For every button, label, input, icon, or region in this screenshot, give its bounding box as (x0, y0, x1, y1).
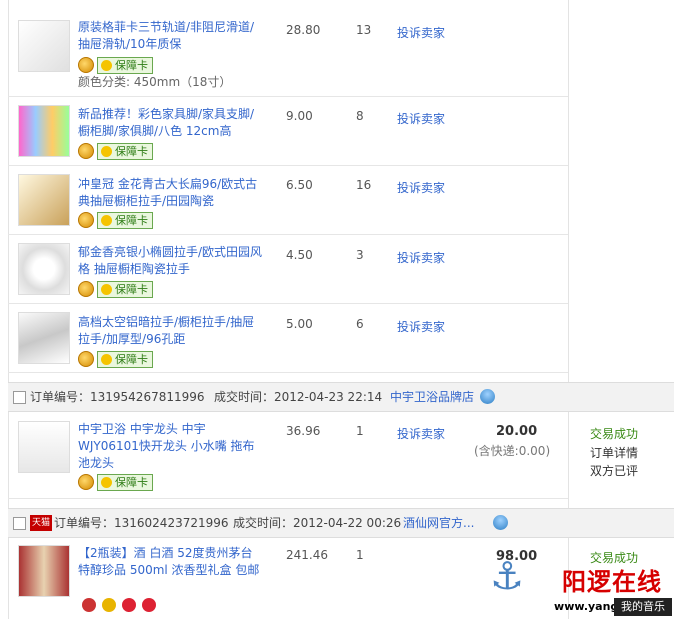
my-music-widget[interactable]: 我的音乐 (614, 598, 672, 616)
trade-status: 交易成功 (590, 427, 639, 441)
quantity: 6 (356, 317, 364, 331)
quantity: 1 (356, 548, 364, 562)
product-thumbnail[interactable] (18, 20, 70, 72)
complain-link[interactable]: 投诉卖家 (397, 318, 445, 335)
product-title[interactable]: 原装格菲卡三节轨道/非阻尼滑道/抽屉滑轨/10年质保 (78, 19, 263, 53)
price: 6.50 (286, 178, 313, 192)
product-title[interactable]: 冲皇冠 金花青古大长扁96/欧式古典抽屉橱柜拉手/田园陶瓷 (78, 176, 263, 210)
price: 36.96 (286, 424, 321, 438)
order-detail-link[interactable]: 订单详情 (590, 444, 638, 462)
product-thumbnail[interactable] (18, 312, 70, 364)
complain-link[interactable]: 投诉卖家 (397, 425, 445, 442)
quantity: 3 (356, 248, 364, 262)
product-title[interactable]: 郁金香亮银小椭圆拉手/欧式田园风格 抽屉橱柜陶瓷拉手 (78, 244, 263, 278)
product-title[interactable]: 高档太空铝暗拉手/橱柜拉手/抽屉拉手/加厚型/96孔距 (78, 314, 263, 348)
order-header: 订单编号：131954267811996 成交时间：2012-04-23 22:… (8, 382, 674, 412)
shipping-fee: (含快递:0.00) (474, 444, 551, 458)
guarantee-card-badge[interactable]: 保障卡 (97, 211, 153, 229)
product-thumbnail[interactable] (18, 105, 70, 157)
item-row: 新品推荐！彩色家具脚/家具支脚/橱柜脚/家俱脚/八色 12cm高 9.00 8 … (8, 97, 568, 166)
order-total: 20.00 (496, 424, 538, 439)
complain-link[interactable]: 投诉卖家 (397, 24, 445, 41)
guarantee-card-badge[interactable]: 保障卡 (97, 473, 153, 491)
price: 241.46 (286, 548, 328, 562)
item-row: 郁金香亮银小椭圆拉手/欧式田园风格 抽屉橱柜陶瓷拉手 4.50 3 投诉卖家 保… (8, 235, 568, 304)
item-row: 高档太空铝暗拉手/橱柜拉手/抽屉拉手/加厚型/96孔距 5.00 6 投诉卖家 … (8, 304, 568, 373)
aliwangwang-icon[interactable] (480, 389, 495, 404)
complain-link[interactable]: 投诉卖家 (397, 249, 445, 266)
product-thumbnail[interactable] (18, 174, 70, 226)
order-number: 订单编号：131954267811996 (30, 390, 205, 404)
deal-time: 成交时间：2012-04-23 22:14 (214, 390, 383, 404)
shop-link[interactable]: 酒仙网官方... (403, 509, 474, 537)
aliwangwang-icon[interactable] (493, 515, 508, 530)
guarantee-card-badge[interactable]: 保障卡 (97, 142, 153, 160)
medal-icon (78, 57, 94, 73)
guarantee-card-badge[interactable]: 保障卡 (97, 56, 153, 74)
guarantee-card-badge[interactable]: 保障卡 (97, 280, 153, 298)
order-header: 天猫 订单编号：131602423721996 成交时间：2012-04-22 … (8, 508, 674, 538)
badge-group: 保障卡 (78, 56, 153, 74)
quantity: 8 (356, 109, 364, 123)
watermark-text: 阳逻在线 (562, 568, 662, 596)
price: 9.00 (286, 109, 313, 123)
guarantee-card-badge[interactable]: 保障卡 (97, 350, 153, 368)
tmall-icon: 天猫 (30, 515, 52, 531)
medal-icon (78, 281, 94, 297)
quantity: 1 (356, 424, 364, 438)
badge-group: 保障卡 (78, 350, 153, 368)
product-title[interactable]: 【2瓶装】酒 白酒 52度贵州茅台特醇珍品 500ml 浓香型礼盒 包邮 (78, 545, 263, 579)
product-title[interactable]: 中宇卫浴 中宇龙头 中宇WJY06101快开龙头 小水嘴 拖布池龙头 (78, 421, 263, 472)
deal-time: 成交时间：2012-04-22 00:26 (233, 516, 402, 530)
product-thumbnail[interactable] (18, 243, 70, 295)
service-badges (82, 598, 156, 612)
complain-link[interactable]: 投诉卖家 (397, 110, 445, 127)
quantity: 13 (356, 23, 372, 37)
sku-text: 颜色分类: 450mm（18寸） (78, 75, 232, 89)
anchor-logo-icon: ⚓ (489, 554, 525, 598)
product-thumbnail[interactable] (18, 421, 70, 473)
badge-group: 保障卡 (78, 211, 153, 229)
badge-group: 保障卡 (78, 280, 153, 298)
review-status: 双方已评 (590, 464, 639, 478)
medal-icon (78, 143, 94, 159)
price: 28.80 (286, 23, 321, 37)
authentic-icon (142, 598, 156, 612)
price: 4.50 (286, 248, 313, 262)
gold-medal-icon (102, 598, 116, 612)
item-row: 冲皇冠 金花青古大长扁96/欧式古典抽屉橱柜拉手/田园陶瓷 6.50 16 投诉… (8, 166, 568, 235)
product-title[interactable]: 新品推荐！彩色家具脚/家具支脚/橱柜脚/家俱脚/八色 12cm高 (78, 106, 263, 140)
medal-icon (78, 351, 94, 367)
badge-group: 保障卡 (78, 142, 153, 160)
order-checkbox[interactable] (13, 517, 26, 530)
order-checkbox[interactable] (13, 391, 26, 404)
seven-day-return-icon (82, 598, 96, 612)
item-row: 原装格菲卡三节轨道/非阻尼滑道/抽屉滑轨/10年质保 颜色分类: 450mm（1… (8, 0, 568, 97)
complain-link[interactable]: 投诉卖家 (397, 179, 445, 196)
price: 5.00 (286, 317, 313, 331)
genuine-icon (122, 598, 136, 612)
quantity: 16 (356, 178, 372, 192)
badge-group: 保障卡 (78, 473, 153, 491)
shop-link[interactable]: 中宇卫浴品牌店 (390, 383, 474, 411)
product-thumbnail[interactable] (18, 545, 70, 597)
medal-icon (78, 474, 94, 490)
order-number: 订单编号：131602423721996 (54, 516, 229, 530)
medal-icon (78, 212, 94, 228)
